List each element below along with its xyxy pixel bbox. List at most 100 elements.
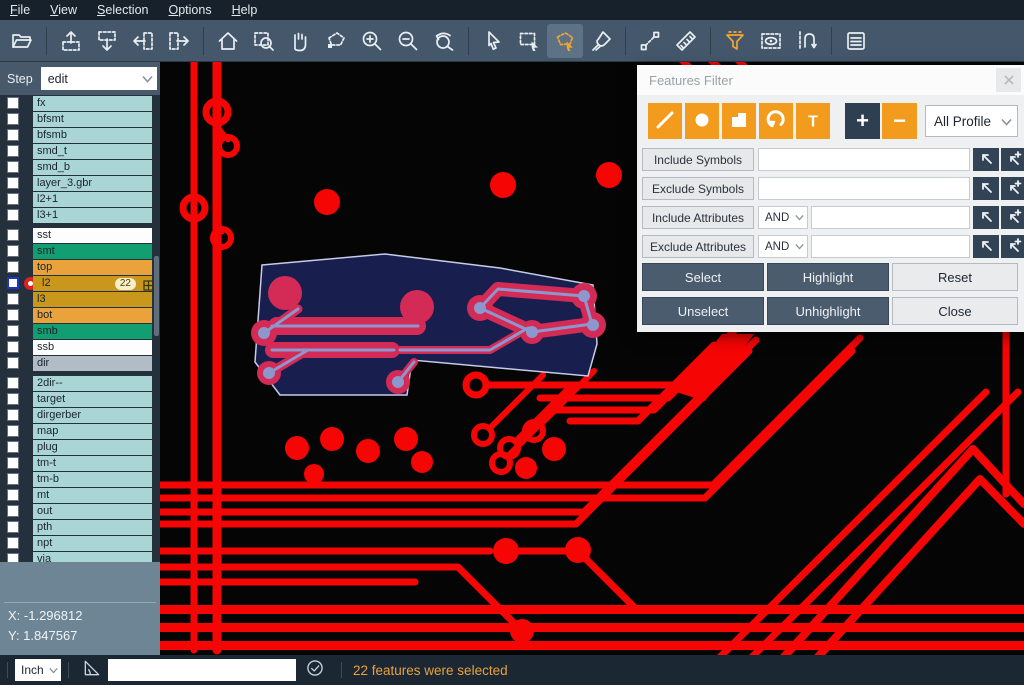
- layer-checkbox-checked[interactable]: [7, 277, 19, 289]
- view-options-icon[interactable]: [753, 24, 789, 58]
- layer-name[interactable]: pth: [33, 520, 152, 535]
- exclude-attributes-logic-select[interactable]: AND: [758, 235, 808, 258]
- zoom-area-icon[interactable]: [246, 24, 282, 58]
- select-button[interactable]: Select: [642, 263, 764, 291]
- layer-checkbox[interactable]: [7, 293, 19, 305]
- unit-select[interactable]: Inch: [15, 659, 61, 681]
- layer-row-smd_t[interactable]: smd_t: [0, 144, 160, 159]
- layer-row-l3[interactable]: l3: [0, 292, 160, 307]
- unhighlight-button[interactable]: Unhighlight: [767, 297, 889, 325]
- layer-row-dir[interactable]: dir: [0, 356, 160, 371]
- layer-row-sst[interactable]: sst: [0, 228, 160, 243]
- zoom-previous-icon[interactable]: [426, 24, 462, 58]
- menu-view[interactable]: View: [40, 1, 87, 19]
- dialog-close-button[interactable]: [996, 68, 1021, 92]
- layer-name[interactable]: plug: [33, 440, 152, 455]
- layer-name[interactable]: l3: [33, 292, 152, 307]
- surface-type-button[interactable]: [722, 103, 756, 139]
- exclude-attributes-button[interactable]: Exclude Attributes: [642, 235, 754, 258]
- pick-attribute-button[interactable]: [973, 235, 999, 258]
- unselect-button[interactable]: Unselect: [642, 297, 764, 325]
- layer-row-layer3gbr[interactable]: layer_3.gbr: [0, 176, 160, 191]
- layer-name[interactable]: fx: [33, 96, 152, 111]
- pan-right-icon[interactable]: [161, 24, 197, 58]
- layer-row-tm-t[interactable]: tm-t: [0, 456, 160, 471]
- layer-row-target[interactable]: target: [0, 392, 160, 407]
- pick-symbol-button[interactable]: [973, 148, 999, 171]
- select-pointer-icon[interactable]: [475, 24, 511, 58]
- reset-button[interactable]: Reset: [892, 263, 1018, 291]
- pick-symbol-button[interactable]: [973, 177, 999, 200]
- negative-polarity-button[interactable]: −: [882, 103, 917, 139]
- layer-row-smd_b[interactable]: smd_b: [0, 160, 160, 175]
- layer-row-map[interactable]: map: [0, 424, 160, 439]
- layer-row-mt[interactable]: mt: [0, 488, 160, 503]
- layer-row-top[interactable]: top: [0, 260, 160, 275]
- command-input[interactable]: [108, 659, 296, 681]
- layer-row-fx[interactable]: fx: [0, 96, 160, 111]
- layer-name[interactable]: smt: [33, 244, 152, 259]
- include-attributes-input[interactable]: [811, 206, 970, 229]
- features-filter-icon[interactable]: [717, 24, 753, 58]
- select-polygon-icon[interactable]: [547, 24, 583, 58]
- layer-list-scrollbar[interactable]: [154, 256, 159, 336]
- pick-add-attribute-button[interactable]: [1001, 206, 1024, 229]
- text-type-button[interactable]: T: [796, 103, 830, 139]
- include-symbols-button[interactable]: Include Symbols: [642, 148, 754, 171]
- pan-left-icon[interactable]: [125, 24, 161, 58]
- layer-name[interactable]: top: [33, 260, 152, 275]
- layer-checkbox[interactable]: [7, 113, 19, 125]
- layer-name[interactable]: ssb: [33, 340, 152, 355]
- layer-row-2dir[interactable]: 2dir--: [0, 376, 160, 391]
- clear-brush-icon[interactable]: [583, 24, 619, 58]
- layer-row-bfsmb[interactable]: bfsmb: [0, 128, 160, 143]
- select-rectangle-icon[interactable]: [511, 24, 547, 58]
- include-attributes-button[interactable]: Include Attributes: [642, 206, 754, 229]
- layer-name[interactable]: tm-t: [33, 456, 152, 471]
- include-symbols-input[interactable]: [758, 148, 970, 171]
- layer-checkbox[interactable]: [7, 377, 19, 389]
- pan-hand-icon[interactable]: [282, 24, 318, 58]
- layer-row-l2plus1[interactable]: l2+1: [0, 192, 160, 207]
- layer-name[interactable]: smb: [33, 324, 152, 339]
- menu-selection[interactable]: Selection: [87, 1, 158, 19]
- open-folder-icon[interactable]: [4, 24, 40, 58]
- layer-checkbox[interactable]: [7, 341, 19, 353]
- refresh-check-icon[interactable]: [305, 658, 325, 683]
- layer-name[interactable]: layer_3.gbr: [33, 176, 152, 191]
- layer-name[interactable]: target: [33, 392, 152, 407]
- layer-row-l2-selected[interactable]: l2 22: [0, 276, 160, 291]
- layer-name[interactable]: l3+1: [33, 208, 152, 223]
- exclude-attributes-input[interactable]: [811, 235, 970, 258]
- layer-name[interactable]: bfsmb: [33, 128, 152, 143]
- dialog-titlebar[interactable]: Features Filter: [637, 65, 1024, 95]
- step-select[interactable]: edit: [41, 67, 157, 90]
- include-attributes-logic-select[interactable]: AND: [758, 206, 808, 229]
- layer-row-dirgerber[interactable]: dirgerber: [0, 408, 160, 423]
- layer-checkbox[interactable]: [7, 245, 19, 257]
- layer-checkbox[interactable]: [7, 537, 19, 549]
- exclude-symbols-button[interactable]: Exclude Symbols: [642, 177, 754, 200]
- positive-polarity-button[interactable]: +: [845, 103, 880, 139]
- layer-checkbox[interactable]: [7, 357, 19, 369]
- layer-checkbox[interactable]: [7, 309, 19, 321]
- layer-checkbox[interactable]: [7, 261, 19, 273]
- layer-checkbox[interactable]: [7, 425, 19, 437]
- layer-name[interactable]: bfsmt: [33, 112, 152, 127]
- layer-checkbox[interactable]: [7, 325, 19, 337]
- layer-name[interactable]: l2+1: [33, 192, 152, 207]
- layer-row-bot[interactable]: bot: [0, 308, 160, 323]
- arc-type-button[interactable]: [759, 103, 793, 139]
- pad-type-button[interactable]: [685, 103, 719, 139]
- layer-row-out[interactable]: out: [0, 504, 160, 519]
- layer-checkbox[interactable]: [7, 145, 19, 157]
- measure-distance-icon[interactable]: [632, 24, 668, 58]
- layer-name[interactable]: smd_t: [33, 144, 152, 159]
- zoom-polygon-icon[interactable]: [318, 24, 354, 58]
- layer-checkbox[interactable]: [7, 457, 19, 469]
- menu-options[interactable]: Options: [158, 1, 221, 19]
- layer-row-smt[interactable]: smt: [0, 244, 160, 259]
- layer-row-bfsmt[interactable]: bfsmt: [0, 112, 160, 127]
- highlight-button[interactable]: Highlight: [767, 263, 889, 291]
- layer-checkbox[interactable]: [7, 193, 19, 205]
